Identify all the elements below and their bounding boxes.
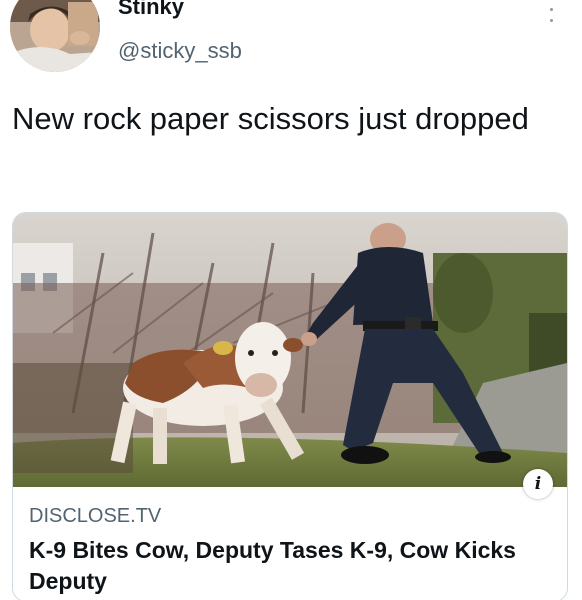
avatar[interactable] — [10, 0, 100, 72]
display-name[interactable]: Stinky — [118, 0, 184, 20]
card-source: DISCLOSE.TV — [29, 505, 162, 527]
news-photo-icon — [13, 213, 567, 487]
tweet-container: Stinky @sticky_ssb New rock paper scisso… — [0, 0, 582, 600]
avatar-photo-icon — [10, 0, 100, 72]
link-card[interactable]: i DISCLOSE.TV K-9 Bites Cow, Deputy Tase… — [12, 212, 568, 600]
info-icon[interactable]: i — [523, 469, 553, 499]
tweet-text: New rock paper scissors just dropped — [12, 101, 529, 136]
dot — [549, 19, 553, 22]
more-options-icon[interactable] — [546, 0, 556, 22]
user-handle[interactable]: @sticky_ssb — [118, 38, 242, 64]
dot — [549, 7, 553, 11]
card-image[interactable] — [13, 213, 567, 487]
card-title[interactable]: K-9 Bites Cow, Deputy Tases K-9, Cow Kic… — [29, 535, 549, 597]
